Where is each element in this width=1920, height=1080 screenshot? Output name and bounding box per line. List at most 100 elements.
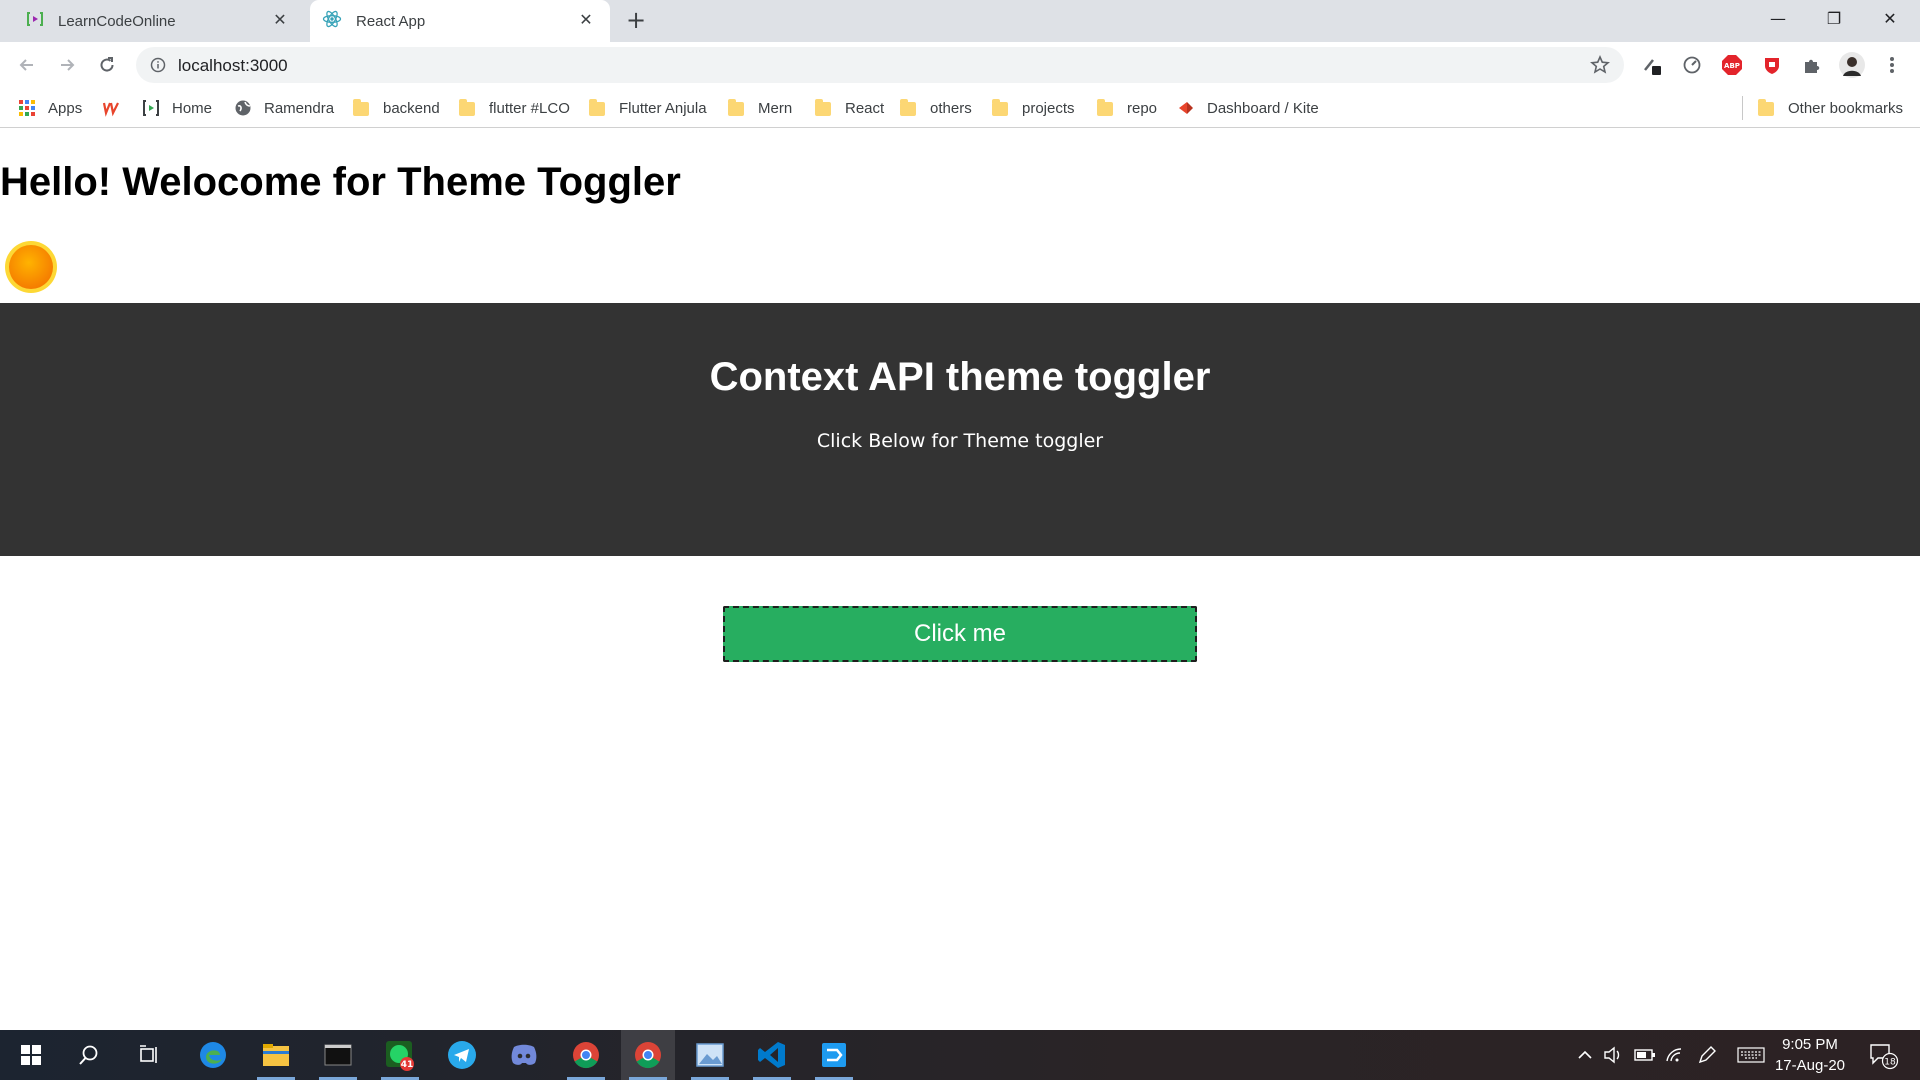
bookmark-u[interactable] [102,88,132,128]
bookmark-label: Other bookmarks [1788,99,1904,117]
tab-title: React App [356,12,426,30]
bookmark-label: Dashboard / Kite [1207,99,1319,117]
u-logo-icon [102,99,120,117]
bookmark-projects[interactable]: projects [992,88,1075,128]
bookmark-label: flutter #LCO [489,99,570,117]
svg-text:ABP: ABP [1724,62,1740,70]
forward-icon[interactable] [52,50,82,80]
speedometer-extension-icon[interactable] [1680,53,1704,77]
battery-icon[interactable] [1634,1044,1656,1066]
folder-icon [1097,99,1115,117]
chrome-icon[interactable] [559,1030,613,1080]
kite-logo-icon [1177,99,1195,117]
image-viewer-icon[interactable] [683,1030,737,1080]
notification-count: 18 [1884,1058,1896,1068]
bookmark-react[interactable]: React [815,88,884,128]
pen-icon[interactable] [1696,1044,1718,1066]
close-tab-icon[interactable]: ✕ [576,11,596,31]
folder-icon [900,99,918,117]
apps-grid-icon [18,99,36,117]
browser-toolbar: localhost:3000 ABP [0,42,1920,88]
wifi-icon[interactable] [1664,1044,1686,1066]
folder-icon [459,99,477,117]
profile-avatar[interactable] [1838,51,1866,79]
minimize-icon[interactable]: — [1750,0,1806,36]
tray-overflow-chevron-icon[interactable] [1574,1044,1596,1066]
whatsapp-badge: 41 [401,1060,414,1070]
bookmark-backend[interactable]: backend [353,88,440,128]
snipping-tool-icon[interactable] [807,1030,861,1080]
folder-icon [1758,99,1776,117]
edge-icon[interactable] [186,1030,240,1080]
bookmark-ramendra[interactable]: Ramendra [234,88,334,128]
windows-taskbar: 41 9:05 PM 17-Aug-20 18 [0,1030,1920,1080]
browser-tab-strip: LearnCodeOnline ✕ React App ✕ + — ❐ ✕ [0,0,1920,42]
sun-icon[interactable] [4,240,58,294]
tab-react-app[interactable]: React App ✕ [310,0,610,42]
adblock-plus-icon[interactable]: ABP [1720,53,1744,77]
bookmark-dashboard-kite[interactable]: Dashboard / Kite [1177,88,1319,128]
discord-icon[interactable] [497,1030,551,1080]
terminal-icon[interactable] [311,1030,365,1080]
new-tab-button[interactable]: + [622,8,650,33]
bookmark-label: Flutter Anjula [619,99,707,117]
bookmark-star-icon[interactable] [1590,55,1610,75]
lco-favicon-icon [26,10,44,32]
bookmark-label: others [930,99,972,117]
bookmark-home[interactable]: Home [142,88,212,128]
theme-toggler-section: Context API theme toggler Click Below fo… [0,303,1920,664]
tab-learncodeonline[interactable]: LearnCodeOnline ✕ [14,0,304,42]
telegram-icon[interactable] [435,1030,489,1080]
devtools-extension-icon[interactable] [1640,53,1664,77]
bookmark-label: React [845,99,885,117]
bookmark-repo[interactable]: repo [1097,88,1157,128]
file-explorer-icon[interactable] [249,1030,303,1080]
shield-extension-icon[interactable] [1760,53,1784,77]
restore-icon[interactable]: ❐ [1806,0,1862,36]
globe-icon [234,99,252,117]
close-tab-icon[interactable]: ✕ [270,11,290,31]
vscode-icon[interactable] [745,1030,799,1080]
bookmark-label: Ramendra [264,99,335,117]
bookmark-others[interactable]: others [900,88,972,128]
chrome-active-icon[interactable] [621,1030,675,1080]
folder-icon [992,99,1010,117]
extensions-puzzle-icon[interactable] [1800,53,1824,77]
keyboard-icon[interactable] [1736,1044,1766,1066]
site-info-icon[interactable] [150,57,166,73]
whatsapp-icon[interactable]: 41 [373,1030,427,1080]
back-icon[interactable] [12,50,42,80]
close-window-icon[interactable]: ✕ [1862,0,1918,36]
address-bar[interactable]: localhost:3000 [136,47,1624,83]
reload-icon[interactable] [92,50,122,80]
chrome-menu-icon[interactable] [1880,53,1904,77]
folder-icon [728,99,746,117]
section-subtitle: Click Below for Theme toggler [816,430,1104,452]
bookmark-apps[interactable]: Apps [18,88,82,128]
clock-date: 17-Aug-20 [1774,1057,1846,1074]
tab-title: LearnCodeOnline [58,12,176,30]
bookmark-flutter-lco[interactable]: flutter #LCO [459,88,570,128]
bookmarks-bar: Apps Home Ramendra backend flutter #LCO … [0,88,1920,128]
lco-logo-icon [142,99,160,117]
greeting-heading: Hello! Welocome for Theme Toggler [0,160,681,204]
task-view-icon[interactable] [122,1030,176,1080]
bookmark-flutter-anjula[interactable]: Flutter Anjula [589,88,707,128]
click-me-button[interactable]: Click me [721,604,1199,664]
page-content: Hello! Welocome for Theme Toggler Contex… [0,128,1920,1030]
clock-time: 9:05 PM [1782,1036,1838,1053]
other-bookmarks[interactable]: Other bookmarks [1758,88,1903,128]
url-text: localhost:3000 [178,56,288,75]
search-icon[interactable] [62,1030,116,1080]
bookmark-label: backend [383,99,440,117]
bookmark-mern[interactable]: Mern [728,88,792,128]
system-clock[interactable]: 9:05 PM 17-Aug-20 [1770,1034,1850,1076]
volume-icon[interactable] [1602,1044,1624,1066]
notifications-icon[interactable]: 18 [1868,1042,1900,1070]
bookmark-label: Home [172,99,213,117]
bookmarks-divider [1742,96,1743,120]
bookmark-label: projects [1022,99,1075,117]
windows-start-icon[interactable] [4,1030,58,1080]
section-title: Context API theme toggler [709,355,1211,399]
react-favicon-icon [322,9,342,33]
